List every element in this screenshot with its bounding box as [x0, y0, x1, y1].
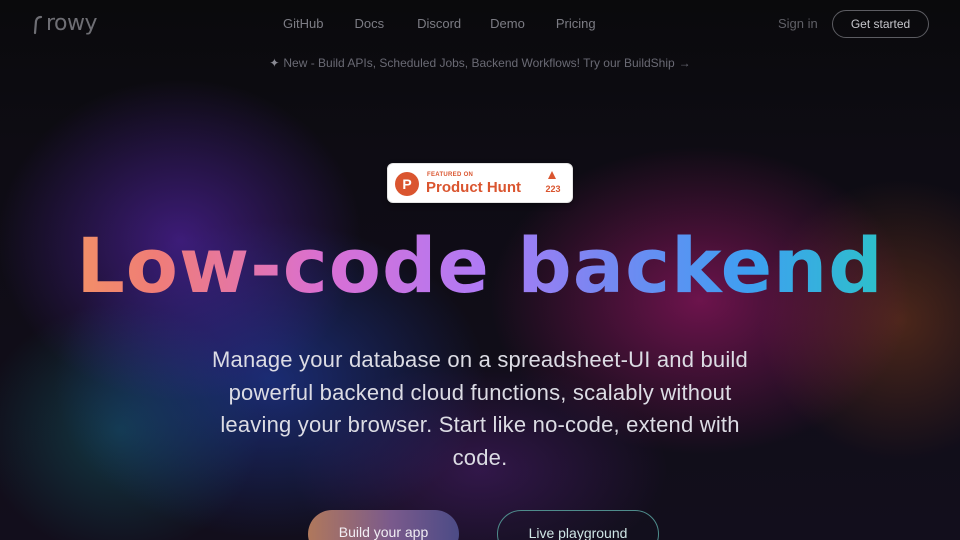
upvote-triangle-icon — [548, 171, 556, 179]
hero-subtitle: Manage your database on a spreadsheet-UI… — [212, 347, 748, 470]
nav-link-discord[interactable]: Discord — [417, 16, 461, 31]
top-nav: rowy GitHub Docs Discord Demo Pricing Si… — [0, 0, 960, 48]
nav-link-github[interactable]: GitHub — [283, 16, 323, 31]
product-hunt-badge[interactable]: P FEATURED ON Product Hunt 223 — [387, 163, 573, 203]
sparkle-icon: ✦ — [269, 56, 280, 70]
announcement-banner[interactable]: ✦ New - Build APIs, Scheduled Jobs, Backe… — [0, 56, 960, 70]
brand-name: rowy — [46, 11, 98, 36]
nav-link-pricing[interactable]: Pricing — [556, 16, 596, 31]
product-hunt-upvote-count: 223 — [545, 184, 561, 194]
sign-in-link[interactable]: Sign in — [778, 16, 818, 31]
brand-logo[interactable]: rowy — [32, 11, 98, 36]
nav-link-docs[interactable]: Docs — [354, 16, 384, 31]
build-your-app-button[interactable]: Build your app — [308, 510, 459, 540]
arrow-right-icon: → — [678, 56, 691, 70]
product-hunt-name: Product Hunt — [426, 179, 521, 196]
announcement-text: New - Build APIs, Scheduled Jobs, Backen… — [283, 56, 675, 70]
hero-title: Low-code backend — [0, 222, 960, 310]
nav-link-demo[interactable]: Demo — [490, 16, 525, 31]
live-playground-button[interactable]: Live playground — [497, 510, 659, 540]
product-hunt-featured-label: FEATURED ON — [427, 172, 474, 178]
product-hunt-logo-icon: P — [395, 172, 419, 196]
nav-links: GitHub Docs Discord Demo Pricing — [283, 16, 596, 31]
rowy-logo-icon — [33, 15, 43, 34]
get-started-button[interactable]: Get started — [832, 10, 929, 38]
